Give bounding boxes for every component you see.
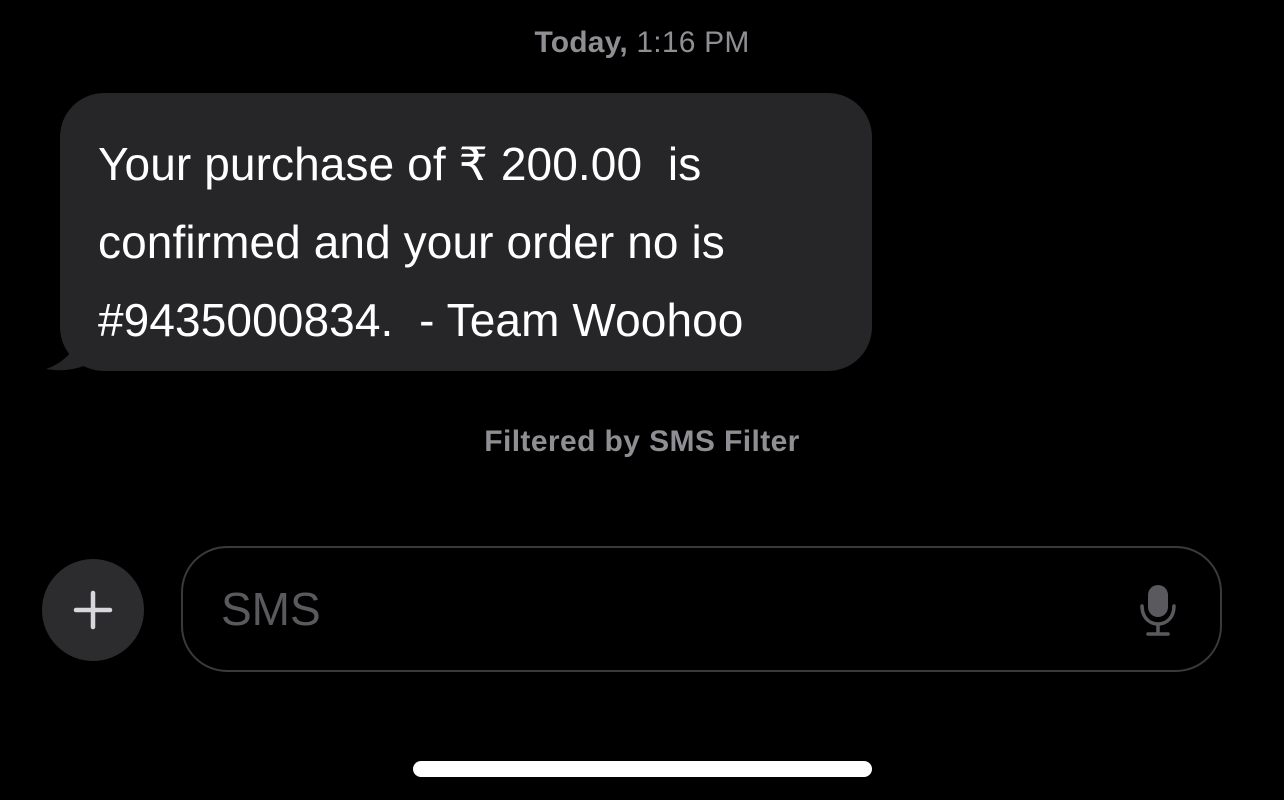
- message-composer[interactable]: [181, 546, 1222, 672]
- plus-icon: [73, 590, 113, 630]
- add-attachment-button[interactable]: [42, 559, 144, 661]
- timestamp-time: 1:16 PM: [636, 26, 750, 59]
- home-indicator[interactable]: [413, 761, 872, 777]
- microphone-icon[interactable]: [1138, 584, 1178, 638]
- message-bubble[interactable]: Your purchase of ₹ 200.00 is confirmed a…: [60, 93, 872, 371]
- message-text: Your purchase of ₹ 200.00 is confirmed a…: [98, 138, 744, 346]
- sms-input[interactable]: [221, 548, 1101, 670]
- timestamp-day: Today,: [534, 26, 628, 59]
- incoming-message[interactable]: Your purchase of ₹ 200.00 is confirmed a…: [44, 93, 874, 373]
- message-timestamp: Today, 1:16 PM: [0, 26, 1284, 60]
- filter-note: Filtered by SMS Filter: [484, 425, 800, 458]
